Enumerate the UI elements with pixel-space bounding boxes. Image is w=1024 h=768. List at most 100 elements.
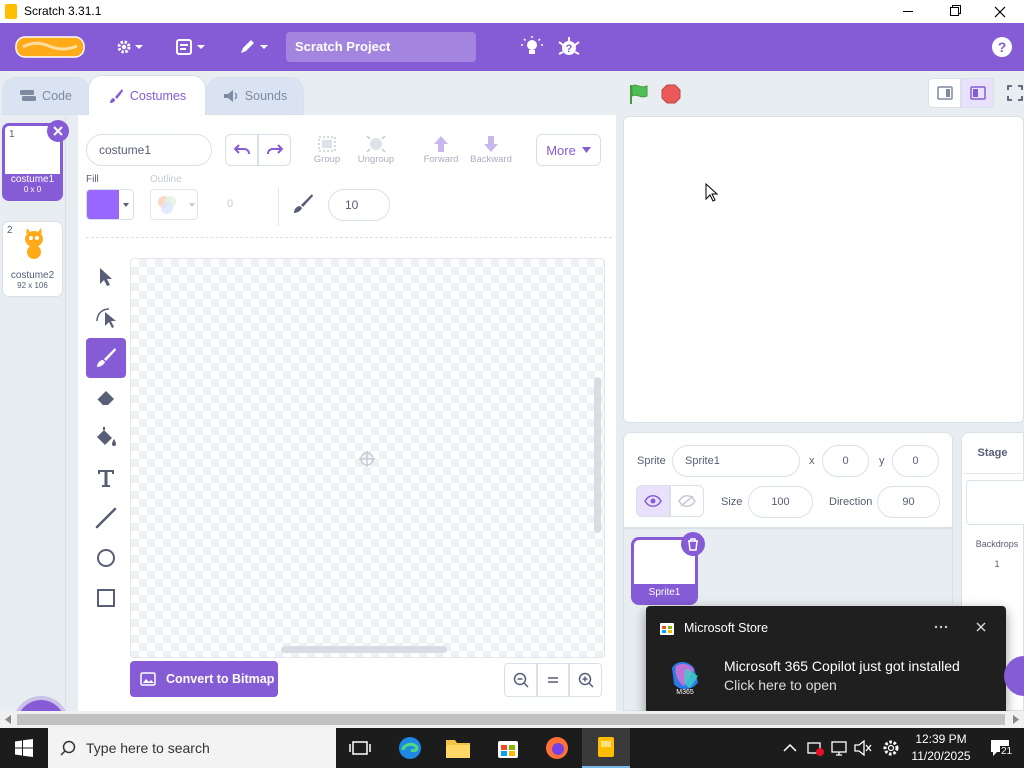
y-position-input[interactable]: 0 [892, 445, 939, 477]
backdrops-count: 1 [994, 559, 1000, 569]
start-button[interactable] [0, 728, 48, 768]
green-flag-icon [630, 84, 648, 104]
canvas-horizontal-scrollbar[interactable] [281, 646, 447, 653]
costume-size: 92 x 106 [17, 281, 48, 290]
file-menu[interactable] [172, 23, 210, 71]
eraser-tool[interactable] [86, 378, 126, 418]
costume-name-input[interactable]: costume1 [86, 134, 212, 166]
direction-input[interactable]: 90 [877, 486, 940, 518]
sprite-tile[interactable]: Sprite1 [631, 532, 705, 605]
close-icon [976, 622, 986, 632]
group-icon [318, 136, 336, 152]
store-taskbar-button[interactable] [484, 728, 532, 768]
reshape-tool[interactable] [86, 298, 126, 338]
outline-width-value[interactable]: 0 [227, 198, 233, 210]
edge-taskbar-button[interactable] [386, 728, 434, 768]
outline-color-picker[interactable] [150, 189, 198, 220]
editor-area: Code Costumes Sounds 1 costume1 0 x 0 2 … [0, 71, 616, 748]
clock[interactable]: 12:39 PM 11/20/2025 [906, 731, 976, 765]
edit-menu[interactable] [234, 23, 274, 71]
tab-sounds[interactable]: Sounds [206, 77, 304, 115]
costume-tile[interactable]: 1 costume1 0 x 0 [2, 120, 69, 201]
zoom-out-button[interactable] [504, 663, 537, 697]
more-menu-button[interactable]: More [536, 134, 601, 166]
scroll-right-icon [1013, 715, 1019, 724]
brush-tool[interactable] [86, 338, 126, 378]
show-hidden-icons-button[interactable] [776, 728, 804, 768]
paint-canvas[interactable] [130, 258, 605, 658]
volume-button[interactable] [850, 728, 876, 768]
notification-toast[interactable]: Microsoft Store M365 Microsoft 365 Copil… [646, 606, 1006, 714]
tab-sounds-label: Sounds [244, 89, 288, 103]
scratch-logo-icon [15, 36, 85, 58]
rectangle-tool[interactable] [86, 578, 126, 618]
backdrop-thumbnail[interactable] [966, 480, 1024, 525]
delete-costume-button[interactable] [47, 120, 69, 142]
size-input[interactable]: 100 [748, 486, 813, 518]
costume-tile[interactable]: 2 costume2 92 x 106 [2, 221, 63, 297]
firefox-taskbar-button[interactable] [533, 728, 581, 768]
undo-button[interactable] [225, 134, 258, 166]
toast-close-button[interactable] [970, 618, 992, 636]
window-horizontal-scrollbar[interactable] [0, 711, 1024, 728]
circle-tool[interactable] [86, 538, 126, 578]
tab-code[interactable]: Code [2, 77, 90, 115]
tab-costumes[interactable]: Costumes [88, 75, 206, 115]
text-tool[interactable] [86, 458, 126, 498]
help-button[interactable]: ? [988, 23, 1016, 71]
stop-button[interactable] [658, 81, 684, 107]
large-stage-button[interactable] [961, 78, 994, 108]
debug-button[interactable]: ? [555, 23, 583, 71]
zoom-in-button[interactable] [569, 663, 602, 697]
backward-button[interactable]: Backward [467, 134, 515, 165]
task-view-button[interactable] [336, 728, 384, 768]
stage-pane-title: Stage [977, 447, 1008, 459]
group-button[interactable]: Group [303, 134, 351, 165]
svg-text:?: ? [566, 43, 573, 55]
scratch-app-icon [5, 4, 17, 19]
fill-tool[interactable] [86, 417, 126, 457]
zoom-reset-button[interactable] [537, 663, 569, 697]
close-icon [994, 6, 1006, 17]
forward-button[interactable]: Forward [417, 134, 465, 165]
settings-tray-button[interactable] [877, 728, 905, 768]
sprite-name-input[interactable]: Sprite1 [672, 445, 800, 477]
delete-sprite-button[interactable] [681, 532, 705, 556]
convert-to-bitmap-button[interactable]: Convert to Bitmap [130, 661, 278, 697]
show-sprite-button[interactable] [636, 485, 670, 517]
fill-color-picker[interactable] [86, 189, 134, 220]
text-icon [98, 470, 114, 487]
theme-toggle[interactable] [518, 23, 546, 71]
taskbar-search-box[interactable]: Type here to search [48, 728, 336, 768]
tray-app-icon[interactable] [802, 728, 828, 768]
line-tool[interactable] [86, 498, 126, 538]
toast-more-button[interactable] [930, 618, 952, 636]
settings-menu[interactable] [112, 23, 148, 71]
canvas-vertical-scrollbar[interactable] [594, 377, 601, 533]
file-explorer-taskbar-button[interactable] [434, 728, 482, 768]
stage-canvas[interactable] [623, 116, 1024, 423]
maximize-button[interactable] [931, 0, 977, 23]
scroll-thumb[interactable] [17, 714, 1005, 725]
project-title-input[interactable]: Scratch Project [286, 32, 476, 62]
green-flag-button[interactable] [624, 81, 652, 107]
close-icon [53, 126, 63, 136]
scroll-left-icon [5, 715, 11, 724]
network-button[interactable] [826, 728, 852, 768]
minimize-button[interactable] [885, 0, 931, 23]
select-tool[interactable] [86, 257, 126, 297]
scratch-logo[interactable] [14, 23, 86, 71]
x-position-input[interactable]: 0 [822, 445, 869, 477]
brush-size-input[interactable]: 10 [328, 189, 390, 221]
notification-center-button[interactable]: 21 [980, 728, 1020, 768]
ungroup-button[interactable]: Ungroup [352, 134, 400, 165]
scratch-taskbar-button[interactable] [582, 728, 630, 768]
backward-label: Backward [470, 154, 512, 165]
redo-button[interactable] [258, 134, 291, 166]
fullscreen-button[interactable] [1000, 78, 1024, 108]
hide-sprite-button[interactable] [670, 485, 704, 517]
close-window-button[interactable] [977, 0, 1023, 23]
small-stage-button[interactable] [928, 78, 961, 108]
center-crosshair-icon [359, 451, 375, 467]
firefox-icon [546, 737, 568, 759]
